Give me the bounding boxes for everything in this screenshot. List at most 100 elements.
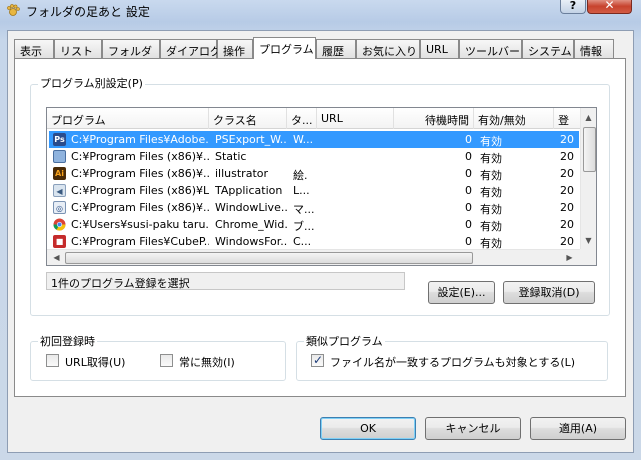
url-fetch-checkbox[interactable] [46,354,59,367]
table-row[interactable]: ◎ C:¥Program Files (x86)¥... WindowLive.… [49,199,579,216]
tab-program[interactable]: プログラム [253,37,316,59]
close-button[interactable]: ✕ [587,0,632,14]
cell-program: C:¥Program Files (x86)¥... [71,201,209,214]
window-title: フォルダの足あと 設定 [26,5,150,19]
cell-class: PSExport_W... [215,133,287,146]
cell-program: C:¥Program Files (x86)¥L... [71,184,209,197]
title-bar[interactable]: フォルダの足あと 設定 ? ✕ [0,0,641,20]
scroll-corner [580,249,596,265]
chrome-icon [53,218,66,231]
cell-registered: 20 [560,184,574,197]
cell-program: C:¥Program Files (x86)¥... [71,167,209,180]
column-header-enabled[interactable]: 有効/無効 [474,108,554,129]
apply-button[interactable]: 適用(A) [530,417,626,440]
cell-program: C:¥Users¥susi-paku taru... [71,218,209,231]
cell-wait: 0 [465,150,472,163]
tab-list[interactable]: リスト [54,39,102,58]
windows-live-icon: ◎ [53,201,66,214]
settings-button[interactable]: 設定(E)... [428,281,495,304]
cell-title: W... [293,133,314,146]
unregister-button[interactable]: 登録取消(D) [503,281,595,304]
cell-enabled: 有効 [480,152,502,165]
cell-title: 絵. [293,169,308,182]
vertical-scroll-thumb[interactable] [583,127,596,172]
table-row[interactable]: ◀ C:¥Program Files (x86)¥L... TApplicati… [49,182,579,199]
cell-registered: 20 [560,201,574,214]
cell-title: L... [293,184,310,197]
program-list[interactable]: プログラム クラス名 タ... URL 待機時間 有効/無効 登 Ps C:¥P… [46,107,597,266]
list-header: プログラム クラス名 タ... URL 待機時間 有効/無効 登 [47,108,596,129]
always-disable-checkbox[interactable] [160,354,173,367]
table-row[interactable]: Ai C:¥Program Files (x86)¥... illustrato… [49,165,579,182]
tab-info[interactable]: 情報 [574,39,614,58]
cell-enabled: 有効 [480,220,502,233]
match-filename-label[interactable]: ファイル名が一致するプログラムも対象とする(L) [330,354,575,370]
horizontal-scrollbar[interactable]: ◀ ▶ [47,249,580,265]
column-header-url[interactable]: URL [317,108,394,129]
first-registration-group-label: 初回登録時 [38,333,97,349]
table-row[interactable]: Ps C:¥Program Files¥Adobe... PSExport_W.… [49,131,579,148]
scroll-up-icon[interactable]: ▲ [581,110,596,125]
illustrator-icon: Ai [53,167,66,180]
cell-class: illustrator [215,167,269,180]
cube-icon: ■ [53,235,66,248]
table-row[interactable]: C:¥Users¥susi-paku taru... Chrome_Wid...… [49,216,579,233]
column-header-class[interactable]: クラス名 [209,108,287,129]
tab-system[interactable]: システム [522,39,574,58]
cell-title: C... [293,235,312,248]
cell-registered: 20 [560,150,574,163]
cell-class: TApplication [215,184,283,197]
paw-icon [7,4,20,16]
cell-registered: 20 [560,167,574,180]
column-header-title[interactable]: タ... [287,108,317,129]
cell-wait: 0 [465,184,472,197]
cell-registered: 20 [560,218,574,231]
table-row[interactable]: C:¥Program Files (x86)¥... Static 0 有効 2… [49,148,579,165]
cell-enabled: 有効 [480,203,502,216]
cell-wait: 0 [465,133,472,146]
cell-enabled: 有効 [480,135,502,148]
program-settings-group-label: プログラム別設定(P) [38,75,145,91]
tab-url[interactable]: URL [420,39,459,58]
help-button[interactable]: ? [560,0,586,14]
always-disable-label[interactable]: 常に無効(I) [179,354,235,370]
cell-wait: 0 [465,235,472,248]
tab-operation[interactable]: 操作 [217,39,253,58]
generic-app-icon [53,150,66,163]
speaker-icon: ◀ [53,184,66,197]
cell-class: Static [215,150,247,163]
tab-display[interactable]: 表示 [14,39,54,58]
cell-class: Chrome_Wid... [215,218,287,231]
url-fetch-label[interactable]: URL取得(U) [65,354,125,370]
selection-status: 1件のプログラム登録を選択 [46,272,405,290]
scroll-right-icon[interactable]: ▶ [562,250,577,265]
tab-dialog[interactable]: ダイアログ [160,39,221,58]
cell-class: WindowsFor... [215,235,287,248]
cell-class: WindowLive... [215,201,287,214]
tab-favorites[interactable]: お気に入り [356,39,420,58]
horizontal-scroll-thumb[interactable] [65,252,473,264]
cell-wait: 0 [465,218,472,231]
cell-enabled: 有効 [480,169,502,182]
checkmark-icon: ✓ [313,353,324,367]
column-header-wait[interactable]: 待機時間 [394,108,474,129]
tab-folder[interactable]: フォルダ [102,39,160,58]
ok-button[interactable]: OK [320,417,416,440]
table-row[interactable]: ■ C:¥Program Files¥CubeP... WindowsFor..… [49,233,579,250]
vertical-scrollbar[interactable]: ▲ ▼ [580,108,596,250]
cancel-button[interactable]: キャンセル [425,417,521,440]
cell-title: ブ... [293,220,315,233]
similar-program-group-label: 類似プログラム [304,333,385,349]
settings-window: フォルダの足あと 設定 ? ✕ 表示 リスト フォルダ ダイアログ 操作 プログ… [0,0,641,460]
cell-program: C:¥Program Files¥Adobe... [71,133,209,146]
scroll-down-icon[interactable]: ▼ [581,233,596,248]
cell-enabled: 有効 [480,186,502,199]
cell-registered: 20 [560,133,574,146]
tab-history[interactable]: 履歴 [316,39,356,58]
photoshop-icon: Ps [53,133,66,146]
match-filename-checkbox[interactable]: ✓ [311,353,324,367]
tab-toolbar[interactable]: ツールバー [459,39,522,58]
column-header-program[interactable]: プログラム [47,108,209,129]
cell-registered: 20 [560,235,574,248]
scroll-left-icon[interactable]: ◀ [49,250,64,265]
